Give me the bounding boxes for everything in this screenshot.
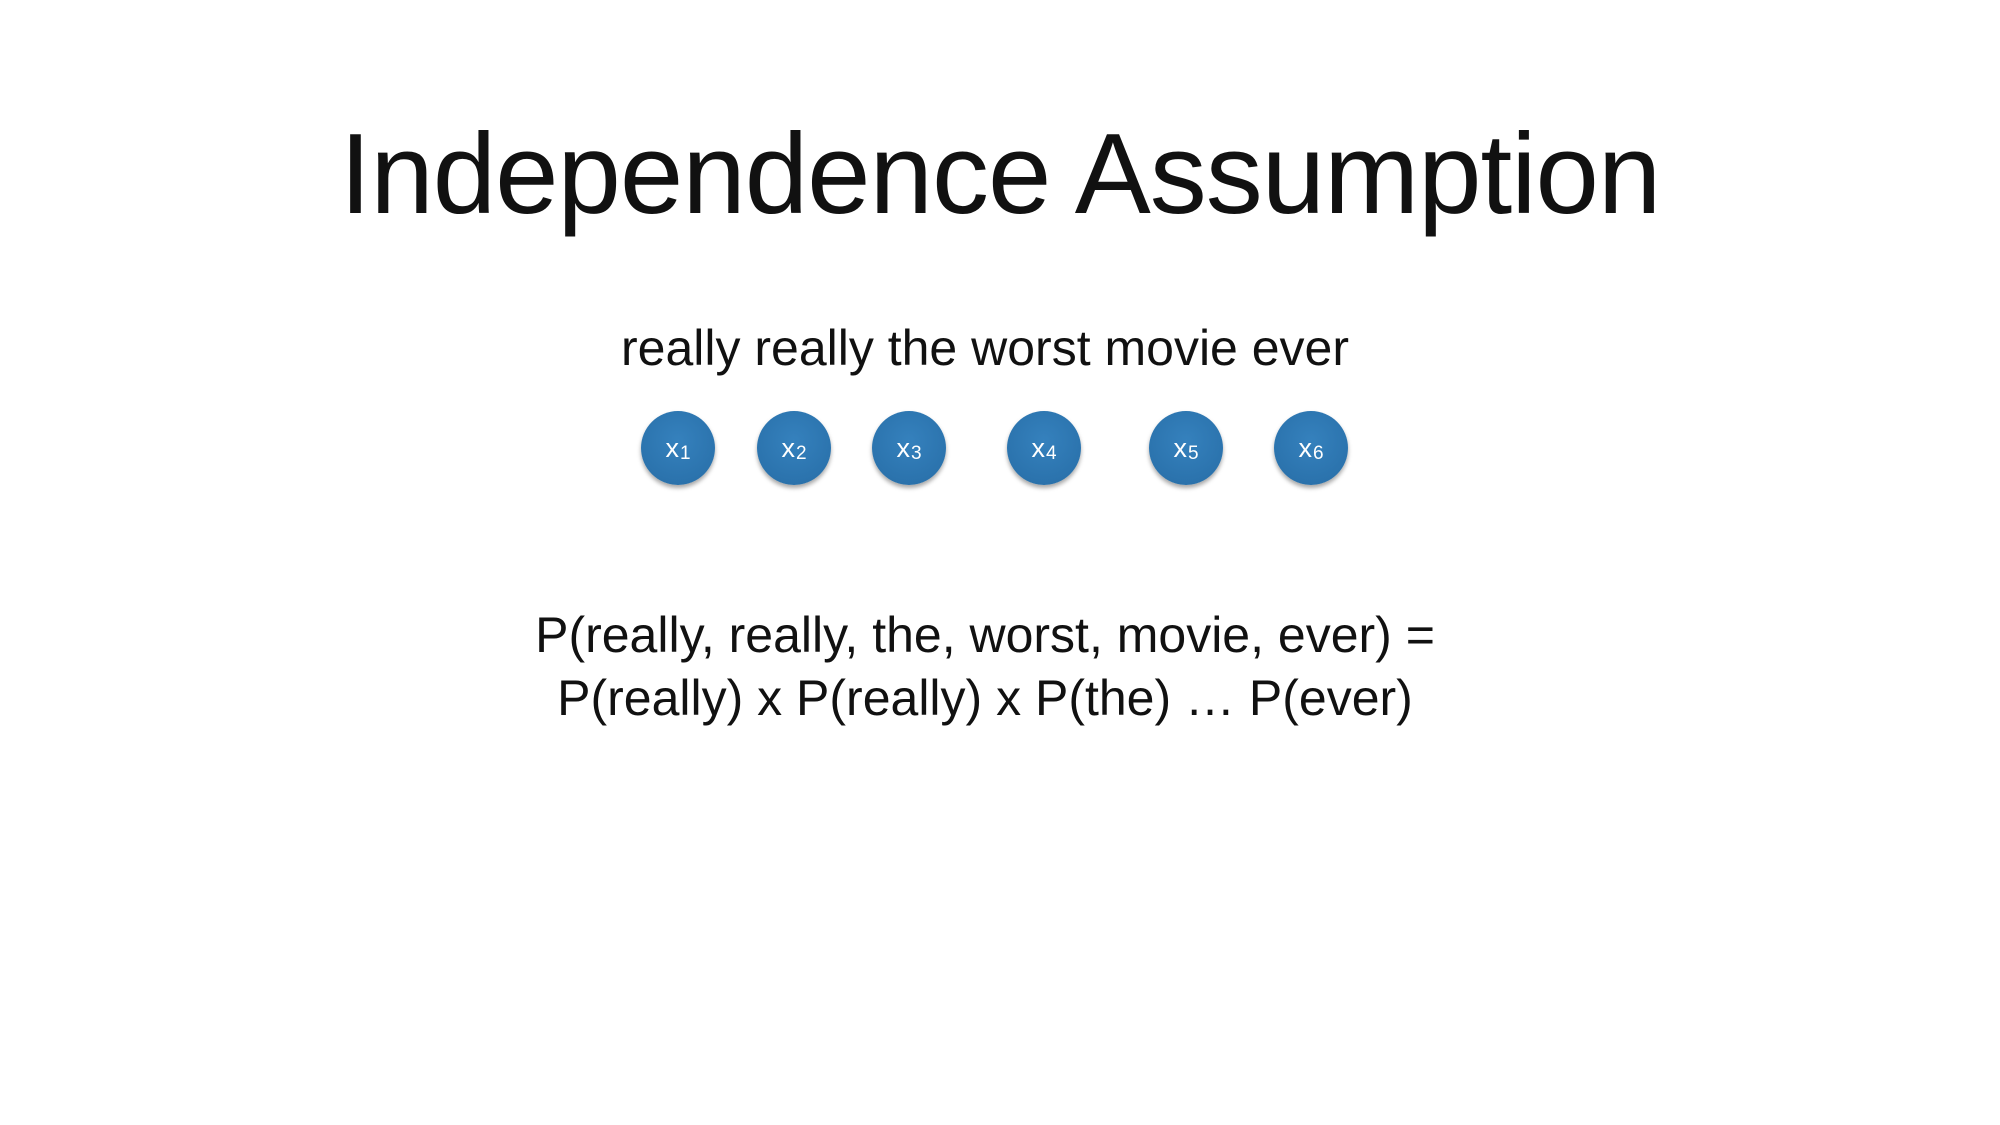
node-subscript: 1 [679,442,691,464]
node-subscript: 5 [1187,442,1199,464]
node-variable: x [1298,432,1312,463]
node-variable: x [1031,432,1045,463]
node-variable: x [781,432,795,463]
slide-title: Independence Assumption [339,111,1662,238]
node-x3: x3 [872,411,946,485]
node-variable: x [896,432,910,463]
node-x5: x5 [1149,411,1223,485]
node-x1: x1 [641,411,715,485]
node-variable: x [1173,432,1187,463]
node-subscript: 6 [1312,442,1324,464]
node-x4: x4 [1007,411,1081,485]
formula-joint-probability: P(really, really, the, worst, movie, eve… [535,607,1435,663]
slide: Independence Assumption really really th… [0,0,2000,1125]
formula-product: P(really) x P(really) x P(the) … P(ever) [557,670,1413,726]
node-x6: x6 [1274,411,1348,485]
node-subscript: 3 [910,442,922,464]
node-subscript: 2 [795,442,807,464]
node-x2: x2 [757,411,831,485]
example-sentence: really really the worst movie ever [620,320,1350,376]
node-subscript: 4 [1045,442,1057,464]
node-variable: x [665,432,679,463]
